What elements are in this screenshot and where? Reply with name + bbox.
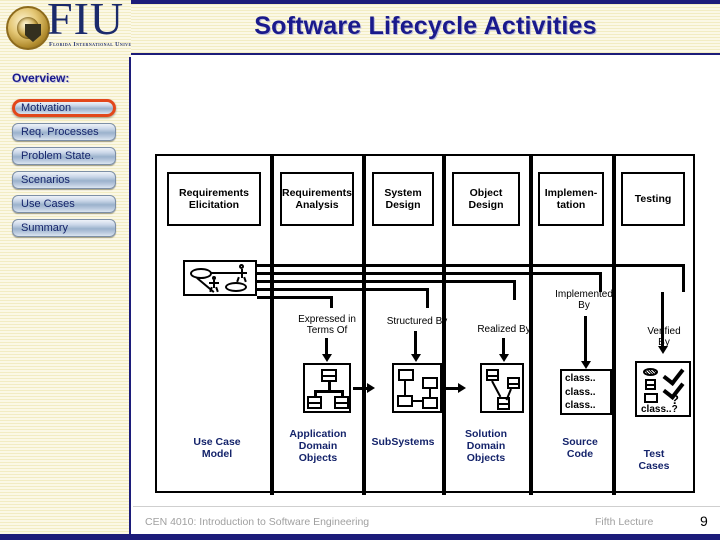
logo-wordmark: FIU bbox=[47, 0, 125, 44]
artifact-label-test-cases: Test Cases bbox=[638, 448, 670, 472]
lifecycle-diagram: Requirements Elicitation Requirements Anal… bbox=[155, 154, 695, 495]
footer-lecture-label: Fifth Lecture bbox=[595, 516, 654, 528]
phase-box-requirements-analysis: Requirements Analysis bbox=[280, 172, 354, 226]
artifact-label-application-domain-objects: Application Domain Objects bbox=[289, 428, 347, 464]
flow-drop bbox=[513, 280, 516, 300]
source-code-line: class.. bbox=[565, 373, 596, 384]
phase-label: Testing bbox=[634, 193, 672, 205]
arrow-shaft bbox=[584, 316, 587, 364]
arrow-shaft bbox=[414, 331, 417, 356]
sidebar-item-scenarios[interactable]: Scenarios bbox=[12, 171, 116, 189]
bottom-accent-rule bbox=[0, 534, 720, 540]
sidebar-item-label: Req. Processes bbox=[21, 126, 99, 138]
phase-box-testing: Testing bbox=[621, 172, 685, 226]
sidebar: Overview: Motivation Req. Processes Prob… bbox=[0, 57, 131, 540]
sidebar-item-label: Problem State. bbox=[21, 150, 94, 162]
sidebar-item-label: Use Cases bbox=[21, 198, 75, 210]
artifact-label-solution-domain-objects: Solution Domain Objects bbox=[465, 428, 507, 464]
sidebar-item-use-cases[interactable]: Use Cases bbox=[12, 195, 116, 213]
shield-icon bbox=[25, 24, 41, 42]
connector-label-implemented-by: Implemented By bbox=[555, 289, 613, 311]
flow-line bbox=[257, 296, 333, 299]
fiu-seal-icon bbox=[6, 6, 50, 50]
column-divider bbox=[270, 156, 274, 495]
source-code-line: class.. bbox=[565, 400, 596, 411]
sidebar-section-label: Overview: bbox=[12, 71, 70, 85]
association-line bbox=[196, 277, 215, 293]
artifact-label-subsystems: SubSystems bbox=[371, 436, 435, 448]
flow-line bbox=[257, 280, 516, 283]
arrow-down-icon bbox=[581, 361, 591, 369]
phase-label: Requirements Analysis bbox=[281, 187, 353, 211]
flow-drop bbox=[330, 296, 333, 308]
sidebar-item-label: Motivation bbox=[21, 102, 72, 114]
ellipse-hatched-icon bbox=[643, 368, 658, 376]
arrow-right-icon bbox=[458, 383, 466, 393]
arrow-right-icon bbox=[367, 383, 375, 393]
sidebar-item-motivation[interactable]: Motivation bbox=[12, 99, 116, 117]
flow-drop bbox=[682, 264, 685, 292]
class-hierarchy-icon bbox=[303, 363, 351, 413]
sidebar-item-label: Summary bbox=[21, 222, 69, 234]
footer-course-label: CEN 4010: Introduction to Software Engin… bbox=[145, 516, 370, 528]
flow-line bbox=[257, 272, 602, 275]
sidebar-item-label: Scenarios bbox=[21, 174, 70, 186]
fiu-logo: FIU Florida International University bbox=[0, 0, 131, 57]
logo-subtext: Florida International University bbox=[49, 42, 131, 48]
phase-box-implementation: Implemen-tation bbox=[538, 172, 604, 226]
test-cases-icon: ? class..? bbox=[635, 361, 691, 417]
phase-label: Implemen-tation bbox=[544, 187, 598, 211]
arrow-down-icon bbox=[411, 354, 421, 362]
sidebar-item-problem-state[interactable]: Problem State. bbox=[12, 147, 116, 165]
connector-label-expressed-in-terms-of: Expressed in Terms Of bbox=[298, 314, 356, 336]
use-case-ellipse bbox=[225, 282, 247, 292]
artifact-label-use-case-model: Use Case Model bbox=[193, 436, 241, 460]
class-small-icon bbox=[645, 379, 656, 390]
solution-objects-icon bbox=[480, 363, 524, 413]
box-icon bbox=[644, 393, 658, 403]
phase-label: System Design bbox=[384, 187, 422, 211]
page-title: Software Lifecycle Activities bbox=[254, 12, 597, 40]
flow-drop bbox=[426, 288, 429, 308]
association-line bbox=[211, 272, 238, 274]
flow-line bbox=[257, 264, 685, 267]
page-number: 9 bbox=[700, 513, 708, 529]
connector-label-verified-by: VerifiedBy bbox=[625, 326, 703, 348]
phase-box-system-design: System Design bbox=[372, 172, 434, 226]
test-case-class-label: class..? bbox=[641, 404, 678, 415]
phase-label: Object Design bbox=[468, 187, 504, 211]
arrow-shaft bbox=[661, 292, 664, 348]
source-code-line: class.. bbox=[565, 386, 596, 398]
subsystem-network-icon bbox=[392, 363, 442, 413]
artifact-label-source-code: Source Code bbox=[562, 436, 598, 460]
arrow-down-icon bbox=[499, 354, 509, 362]
use-case-ellipse bbox=[190, 268, 212, 279]
flow-line bbox=[257, 288, 429, 291]
sidebar-item-summary[interactable]: Summary bbox=[12, 219, 116, 237]
arrow-down-icon bbox=[322, 354, 332, 362]
phase-box-object-design: Object Design bbox=[452, 172, 520, 226]
slide-header: Software Lifecycle Activities bbox=[131, 4, 720, 53]
use-case-model-icon bbox=[183, 260, 257, 296]
phase-box-requirements-elicitation: Requirements Elicitation bbox=[167, 172, 261, 226]
source-code-icon: class.. class.. class.. bbox=[560, 369, 612, 415]
sidebar-item-req-processes[interactable]: Req. Processes bbox=[12, 123, 116, 141]
phase-label: Requirements Elicitation bbox=[178, 187, 250, 211]
slide-body: Requirements Elicitation Requirements Anal… bbox=[133, 57, 720, 540]
connector-label-structured-by: Structured By bbox=[386, 316, 448, 327]
header-underline bbox=[131, 53, 720, 55]
arrow-down-icon bbox=[658, 346, 668, 354]
connector-label-realized-by: Realized By bbox=[477, 324, 531, 335]
footer-divider bbox=[133, 506, 720, 507]
